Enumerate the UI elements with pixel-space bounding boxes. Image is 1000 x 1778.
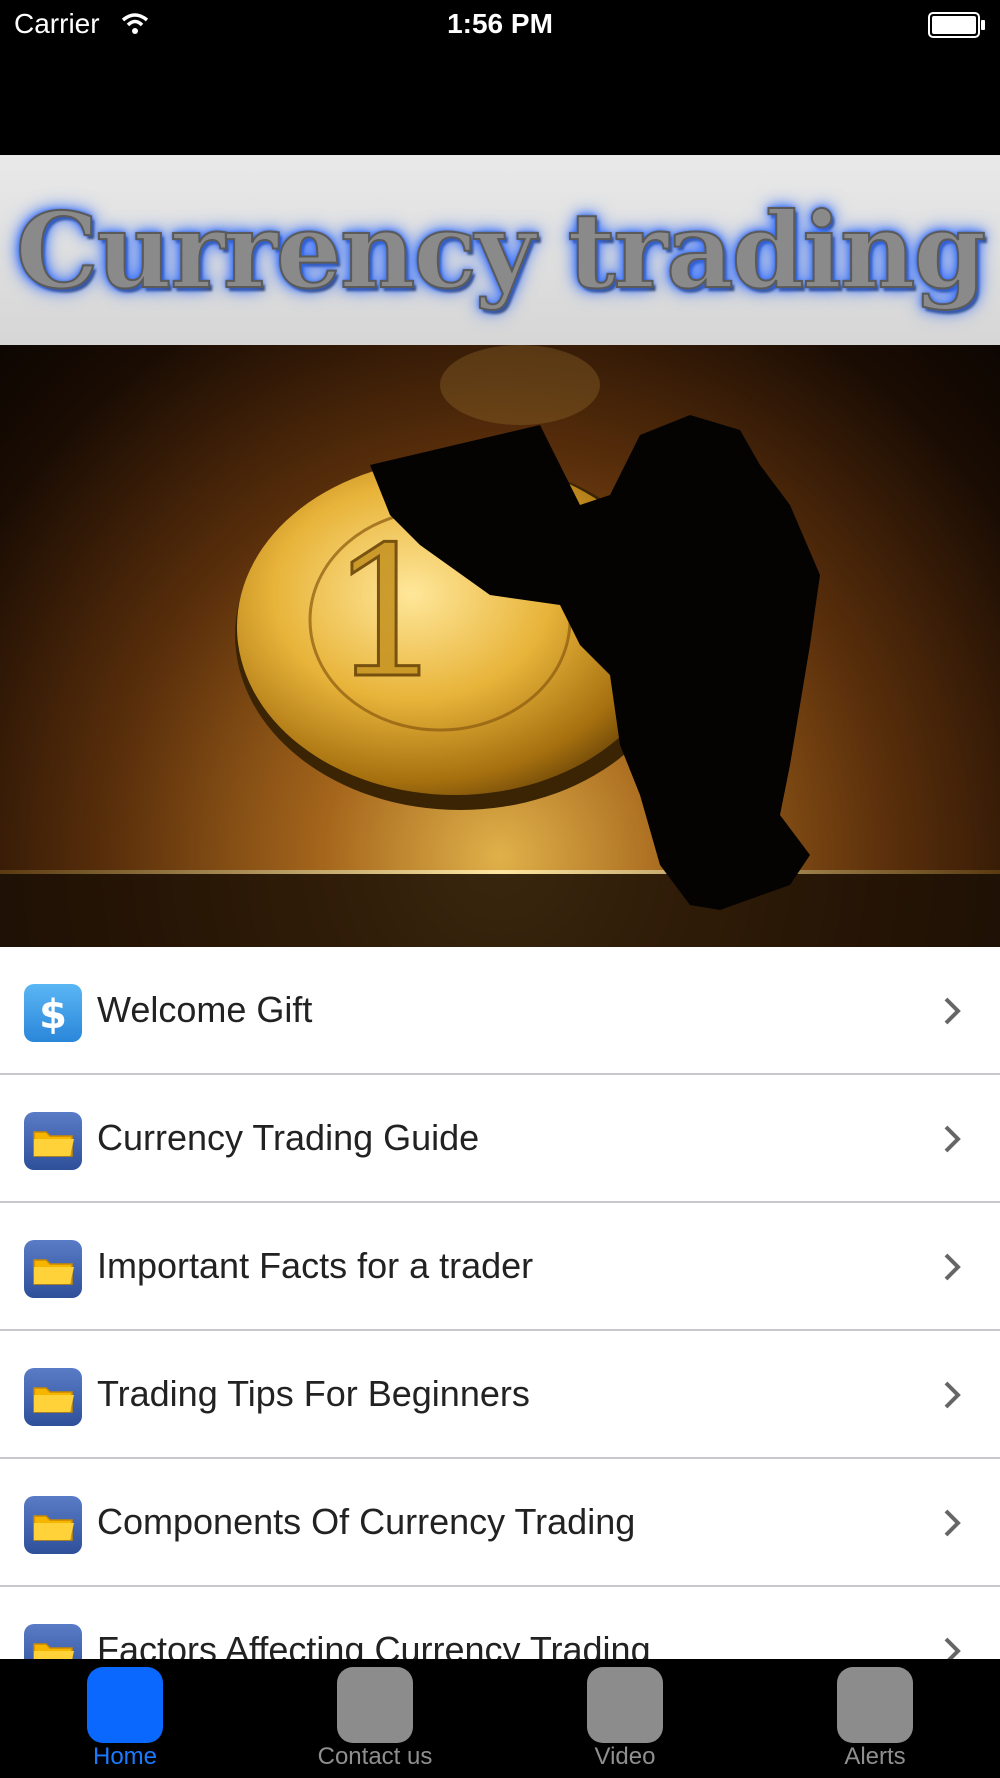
folder-icon bbox=[24, 1624, 82, 1659]
menu-item-label: Currency Trading Guide bbox=[97, 1117, 480, 1158]
folder-icon bbox=[24, 1496, 82, 1554]
chevron-right-icon bbox=[944, 997, 961, 1025]
menu-list: $ Welcome Gift Currency Trading Guide Im… bbox=[0, 947, 1000, 1659]
folder-icon bbox=[24, 1240, 82, 1298]
coin-and-silhouette-image: 1 bbox=[0, 345, 1000, 947]
menu-item-label: Components Of Currency Trading bbox=[97, 1501, 636, 1542]
folder-icon bbox=[24, 1368, 82, 1426]
chevron-right-icon bbox=[944, 1253, 961, 1281]
dollar-icon: $ bbox=[24, 984, 82, 1042]
chevron-right-icon bbox=[944, 1381, 961, 1409]
menu-item-trading-tips[interactable]: Trading Tips For Beginners bbox=[0, 1331, 1000, 1459]
svg-text:$: $ bbox=[39, 992, 67, 1038]
tab-label: Video bbox=[594, 1743, 656, 1770]
tab-label: Home bbox=[92, 1743, 158, 1770]
nav-bar-area bbox=[0, 52, 1000, 155]
menu-item-label: Trading Tips For Beginners bbox=[97, 1373, 530, 1414]
menu-item-factors[interactable]: Factors Affecting Currency Trading bbox=[0, 1587, 1000, 1659]
home-tab-icon bbox=[87, 1667, 163, 1743]
tab-video[interactable]: Video bbox=[500, 1659, 750, 1778]
tab-home[interactable]: Home bbox=[0, 1659, 250, 1778]
chevron-right-icon bbox=[944, 1125, 961, 1153]
menu-item-label: Factors Affecting Currency Trading bbox=[97, 1629, 651, 1659]
alerts-tab-icon bbox=[837, 1667, 913, 1743]
status-time: 1:56 PM bbox=[447, 8, 553, 39]
hero-image: 1 bbox=[0, 345, 1000, 947]
status-bar: Carrier 1:56 PM bbox=[0, 0, 1000, 52]
video-tab-icon bbox=[587, 1667, 663, 1743]
banner-title: Currency trading bbox=[15, 188, 987, 313]
chevron-right-icon bbox=[944, 1637, 961, 1659]
folder-icon bbox=[24, 1112, 82, 1170]
tab-label: Contact us bbox=[317, 1743, 433, 1770]
menu-item-label: Welcome Gift bbox=[97, 989, 313, 1030]
menu-item-important-facts[interactable]: Important Facts for a trader bbox=[0, 1203, 1000, 1331]
contact-tab-icon bbox=[337, 1667, 413, 1743]
tab-bar: Home Contact us Video Alerts bbox=[0, 1659, 1000, 1778]
menu-item-currency-trading-guide[interactable]: Currency Trading Guide bbox=[0, 1075, 1000, 1203]
chevron-right-icon bbox=[944, 1509, 961, 1537]
menu-item-welcome-gift[interactable]: $ Welcome Gift bbox=[0, 947, 1000, 1075]
tab-label: Alerts bbox=[844, 1743, 906, 1770]
battery-icon bbox=[928, 12, 985, 38]
menu-item-label: Important Facts for a trader bbox=[97, 1245, 534, 1286]
menu-item-components[interactable]: Components Of Currency Trading bbox=[0, 1459, 1000, 1587]
app-banner: Currency trading bbox=[0, 155, 1000, 345]
tab-contact-us[interactable]: Contact us bbox=[250, 1659, 500, 1778]
tab-alerts[interactable]: Alerts bbox=[750, 1659, 1000, 1778]
